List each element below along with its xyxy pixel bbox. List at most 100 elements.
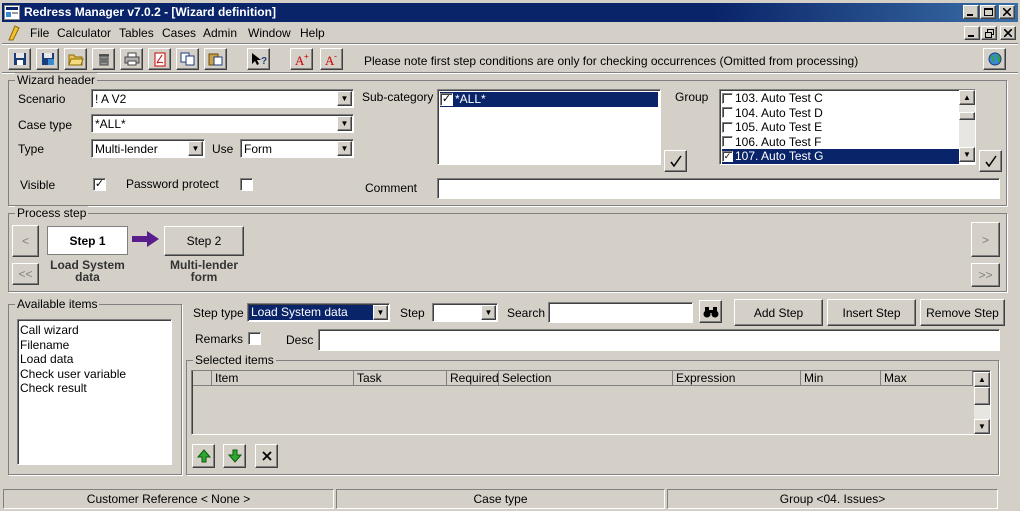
group-apply-button[interactable] [979,150,1002,172]
child-close-button[interactable] [1000,26,1016,40]
insert-step-button[interactable]: Insert Step [827,299,916,326]
group-item[interactable]: 106. Auto Test F [722,135,973,150]
move-up-button[interactable] [192,444,215,468]
next-step-button[interactable]: > [971,222,1000,257]
group-item[interactable]: 104. Auto Test D [722,106,973,121]
menu-calculator[interactable]: Calculator [57,26,111,40]
step-2-button[interactable]: Step 2 [164,226,244,256]
add-step-button[interactable]: Add Step [734,299,823,326]
menu-admin[interactable]: Admin [203,26,237,40]
subcategory-item[interactable]: ✓ *ALL* [440,92,658,107]
desc-input[interactable] [318,329,1000,351]
grid-scrollbar[interactable]: ▲ ▼ [974,372,990,434]
maximize-button[interactable] [980,5,996,19]
scroll-down-icon[interactable]: ▼ [959,147,975,162]
subcategory-item-checkbox[interactable]: ✓ [440,92,453,106]
selected-items-grid[interactable]: Item Task Required Selection Expression … [191,370,991,435]
scenario-select[interactable]: ! A V2 ▼ [91,89,354,108]
group-item[interactable]: ✓ 107. Auto Test G [722,149,959,164]
chevron-down-icon[interactable]: ▼ [188,141,203,156]
last-step-button[interactable]: >> [971,263,1000,287]
help-button[interactable]: ? [247,48,270,70]
subcategory-list[interactable]: ✓ *ALL* [437,89,661,165]
first-step-button[interactable]: << [12,263,39,285]
remove-step-button[interactable]: Remove Step [920,299,1005,326]
menu-bar: File Calculator Tables Cases Admin Windo… [2,23,1018,43]
group-item-checkbox[interactable] [722,121,733,133]
menu-tables[interactable]: Tables [119,26,154,40]
group-scrollbar[interactable]: ▲ ▼ [959,90,975,162]
scroll-thumb[interactable] [974,387,990,405]
use-select[interactable]: Form ▼ [240,139,354,158]
group-item[interactable]: 103. Auto Test C [722,91,973,106]
grid-header-min[interactable]: Min [801,371,881,386]
grid-header-selection[interactable]: Selection [499,371,673,386]
paste-button[interactable] [204,48,227,70]
child-restore-button[interactable] [981,26,997,40]
delete-button[interactable] [92,48,115,70]
grid-header-item[interactable]: Item [212,371,354,386]
type-select[interactable]: Multi-lender ▼ [91,139,205,158]
remove-item-button[interactable] [255,444,278,468]
save-as-button[interactable] [36,48,59,70]
group-item-label: 105. Auto Test E [735,120,823,135]
pdf-button[interactable] [148,48,171,70]
menu-cases[interactable]: Cases [162,26,196,40]
chevron-down-icon[interactable]: ▼ [481,305,496,320]
menu-help[interactable]: Help [300,26,325,40]
subcategory-apply-button[interactable] [664,150,687,172]
search-input[interactable] [548,302,693,323]
open-folder-icon [67,54,84,66]
chevron-down-icon[interactable]: ▼ [337,141,352,156]
scroll-up-icon[interactable]: ▲ [974,372,990,387]
print-button[interactable] [120,48,143,70]
scroll-up-icon[interactable]: ▲ [959,90,975,105]
save-icon [13,53,26,65]
group-item[interactable]: 105. Auto Test E [722,120,973,135]
group-list[interactable]: 103. Auto Test C 104. Auto Test D 105. A… [719,89,976,165]
group-item-checkbox[interactable] [722,107,733,119]
scroll-thumb[interactable] [959,112,975,120]
grid-header-task[interactable]: Task [354,371,447,386]
grid-header-expression[interactable]: Expression [673,371,801,386]
case-type-select[interactable]: *ALL* ▼ [91,114,354,133]
available-item[interactable]: Check user variable [20,367,169,382]
move-down-button[interactable] [223,444,246,468]
menu-window[interactable]: Window [248,26,291,40]
remarks-checkbox[interactable] [248,332,261,345]
minimize-button[interactable] [963,5,979,19]
font-increase-button[interactable]: A + [290,48,313,70]
chevron-down-icon[interactable]: ▼ [337,116,352,131]
step-type-select[interactable]: Load System data ▼ [247,303,390,322]
chevron-down-icon[interactable]: ▼ [337,91,352,106]
font-decrease-button[interactable]: A- [320,48,343,70]
comment-input[interactable] [437,178,1000,199]
step-2-caption-line2: form [190,270,218,284]
group-item-checkbox[interactable] [722,92,733,104]
group-item-checkbox[interactable]: ✓ [722,150,733,162]
globe-button[interactable] [983,48,1006,70]
available-item[interactable]: Call wizard [20,323,169,338]
copy-button[interactable] [176,48,199,70]
menu-file[interactable]: File [30,26,49,40]
step-1-button[interactable]: Step 1 [47,226,128,255]
scroll-down-icon[interactable]: ▼ [974,419,990,434]
chevron-down-icon[interactable]: ▼ [373,305,388,320]
visible-checkbox[interactable]: ✓ [93,178,106,191]
available-items-list[interactable]: Call wizard Filename Load data Check use… [17,319,172,465]
save-button[interactable] [8,48,31,70]
available-item[interactable]: Check result [20,381,169,396]
grid-header-max[interactable]: Max [881,371,973,386]
open-button[interactable] [64,48,87,70]
mdi-doc-icon [6,25,22,44]
available-item[interactable]: Filename [20,338,169,353]
group-item-checkbox[interactable] [722,136,733,148]
password-protect-checkbox[interactable] [240,178,253,191]
grid-header-required[interactable]: Required [447,371,499,386]
search-button[interactable] [699,300,722,323]
child-minimize-button[interactable] [964,26,980,40]
step-select[interactable]: ▼ [432,303,498,322]
available-item[interactable]: Load data [20,352,169,367]
prev-step-button[interactable]: < [12,225,39,257]
close-button[interactable] [999,5,1015,19]
